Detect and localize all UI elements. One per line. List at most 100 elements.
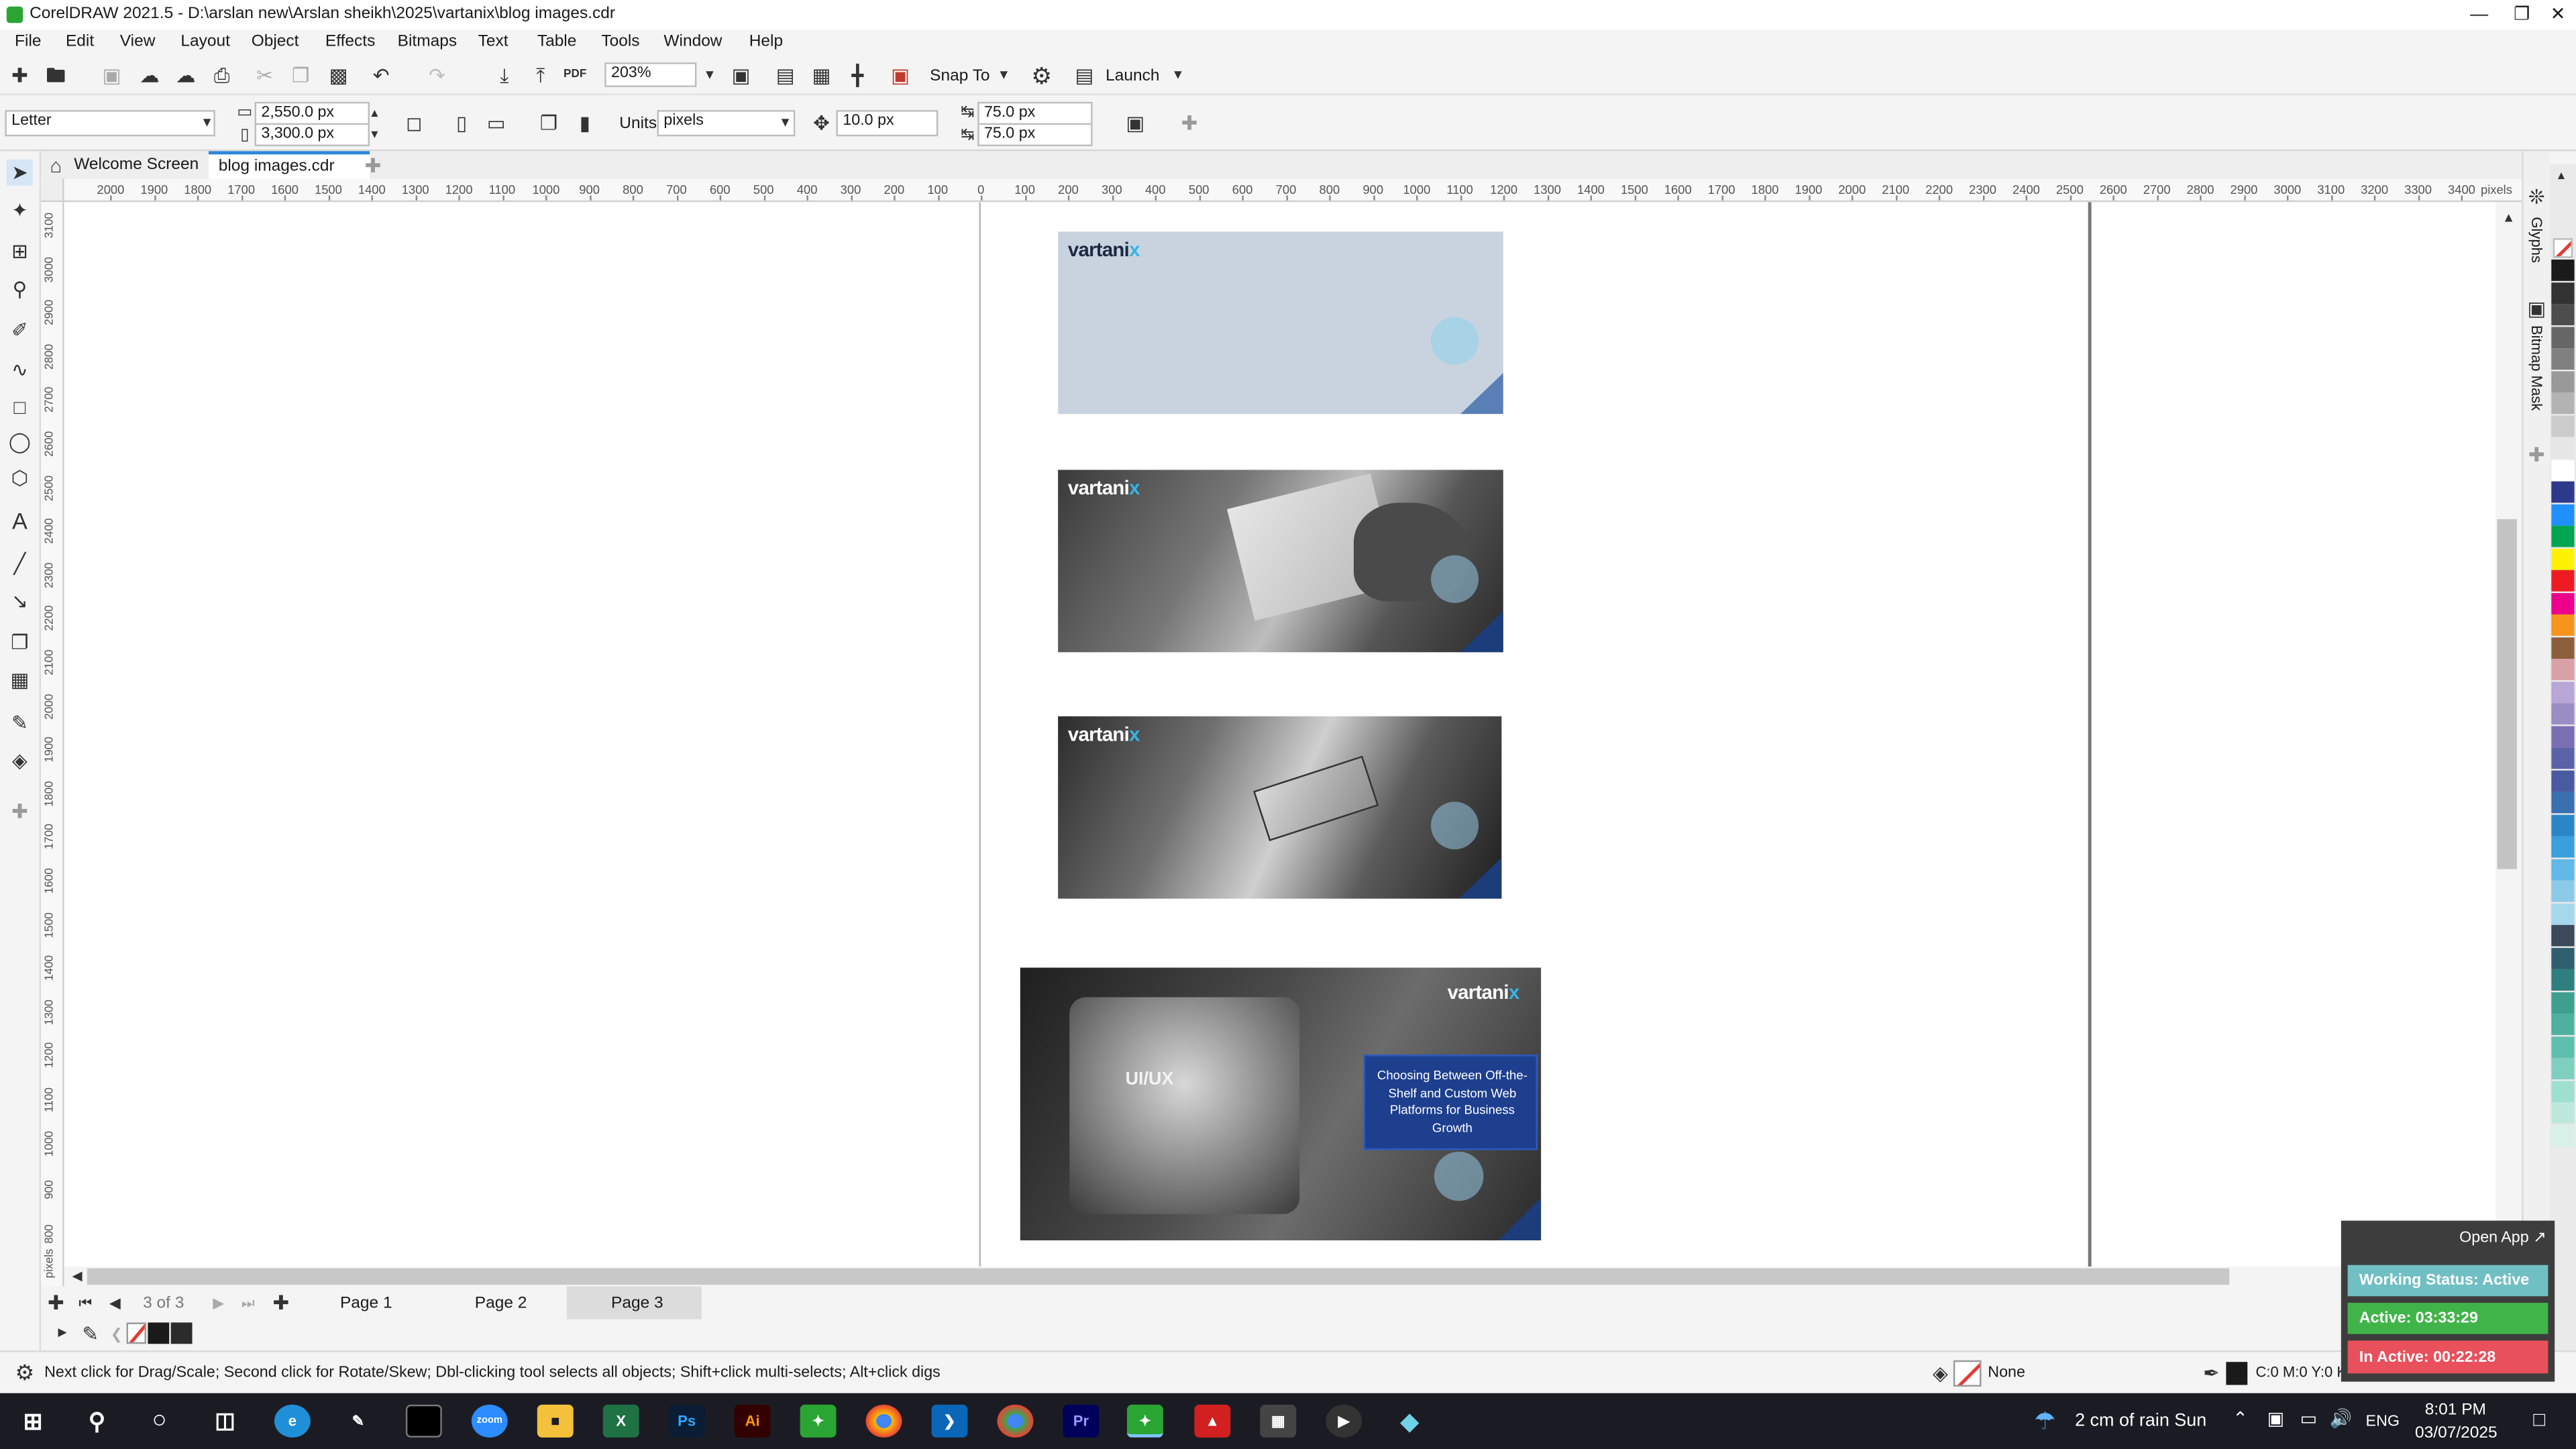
fill-icon[interactable]: ◈	[1927, 1360, 1953, 1387]
duplicate-y-input[interactable]: 75.0 px	[977, 123, 1093, 146]
clock-date[interactable]: 03/07/2025	[2415, 1424, 2498, 1442]
new-tab-icon[interactable]: ✚	[360, 153, 386, 179]
palette-swatch[interactable]	[2551, 481, 2575, 503]
menu-window[interactable]: Window	[663, 33, 722, 51]
cortana-icon[interactable]: ○	[142, 1405, 178, 1438]
palette-swatch[interactable]	[2551, 525, 2575, 547]
chrome-profile-icon[interactable]	[997, 1404, 1034, 1438]
snap-dropdown-icon[interactable]: ▼	[991, 62, 1017, 89]
palette-swatch[interactable]	[2551, 304, 2575, 325]
last-page-icon[interactable]: ⏭	[235, 1289, 261, 1316]
menu-view[interactable]: View	[120, 33, 156, 51]
palette-swatch[interactable]	[2551, 326, 2575, 347]
palette-swatch[interactable]	[2551, 1014, 2575, 1035]
zoom-app-icon[interactable]: zoom	[471, 1404, 508, 1438]
volume-icon[interactable]: 🔊	[2330, 1408, 2353, 1429]
tab-welcome-screen[interactable]: Welcome Screen	[74, 156, 199, 174]
menu-effects[interactable]: Effects	[325, 33, 375, 51]
add-property-icon[interactable]: ✚	[1176, 110, 1202, 136]
page-size-dropdown-icon[interactable]: ▼	[194, 110, 220, 136]
all-pages-icon[interactable]: ❐	[535, 110, 561, 136]
cloud-upload-icon[interactable]: ☁	[136, 62, 162, 89]
palette-swatch[interactable]	[2551, 348, 2575, 370]
zoom-level-input[interactable]: 203%	[604, 62, 697, 87]
show-grid-icon[interactable]: ▦	[808, 62, 835, 89]
palette-swatch[interactable]	[2551, 459, 2575, 481]
units-dropdown-icon[interactable]: ▼	[772, 110, 798, 136]
print-icon[interactable]: ⎙	[209, 62, 235, 89]
palette-swatch[interactable]	[2551, 259, 2575, 281]
media-player-icon[interactable]: ▶	[1326, 1404, 1362, 1438]
new-document-icon[interactable]: ✚	[7, 62, 33, 89]
photoshop-icon[interactable]: Ps	[668, 1404, 705, 1438]
palette-swatch[interactable]	[2551, 547, 2575, 570]
redo-icon[interactable]: ↷	[424, 62, 450, 89]
weather-text[interactable]: 2 cm of rain Sun	[2075, 1411, 2206, 1431]
palette-swatch[interactable]	[2551, 437, 2575, 459]
color-eyedropper-icon[interactable]: ✎	[77, 1321, 103, 1347]
artistic-media-tool-icon[interactable]: ∿	[7, 356, 33, 382]
page-orientation-icon[interactable]: ◻	[401, 110, 427, 136]
eyedropper-tool-icon[interactable]: ✎	[7, 710, 33, 736]
blog-card-3[interactable]: vartanix	[1058, 716, 1502, 899]
ellipse-tool-icon[interactable]: ◯	[7, 429, 33, 455]
start-windows-icon[interactable]: ⊞	[15, 1405, 51, 1438]
minimize-icon[interactable]: —	[2461, 1, 2498, 28]
outline-pen-icon[interactable]: ✒	[2198, 1360, 2224, 1387]
treat-as-filled-icon[interactable]: ▣	[1122, 110, 1148, 136]
outline-swatch[interactable]	[2226, 1362, 2248, 1385]
cloud-download-icon[interactable]: ☁	[172, 62, 199, 89]
menu-bitmaps[interactable]: Bitmaps	[398, 33, 457, 51]
search-icon[interactable]: ⚲	[79, 1405, 115, 1438]
palette-swatch[interactable]	[2551, 681, 2575, 702]
palette-swatch[interactable]	[2551, 814, 2575, 836]
palette-swatch[interactable]	[2551, 282, 2575, 303]
terminal-icon[interactable]	[405, 1404, 442, 1438]
vscode-icon[interactable]: ❯	[931, 1404, 968, 1438]
snap-icon[interactable]: ▣	[887, 62, 913, 89]
zoom-tool-icon[interactable]: ⚲	[7, 276, 33, 302]
illustrator-icon[interactable]: Ai	[734, 1404, 771, 1438]
coreldraw-icon[interactable]: ✦	[800, 1404, 837, 1438]
first-page-icon[interactable]: ⏮	[72, 1289, 99, 1316]
polygon-tool-icon[interactable]: ⬡	[7, 465, 33, 491]
palette-swatch[interactable]	[2551, 659, 2575, 680]
launch-dropdown-icon[interactable]: ▼	[1165, 62, 1191, 89]
rectangle-tool-icon[interactable]: □	[7, 394, 33, 421]
acrobat-icon[interactable]: ▲	[1194, 1404, 1231, 1438]
palette-swatch[interactable]	[2551, 415, 2575, 437]
show-guidelines-icon[interactable]: ╋	[845, 62, 871, 89]
save-icon[interactable]: ▣	[99, 62, 125, 89]
freehand-tool-icon[interactable]: ✐	[7, 317, 33, 343]
blog-card-2[interactable]: vartanix	[1058, 470, 1503, 653]
palette-swatch[interactable]	[2551, 725, 2575, 747]
palette-swatch[interactable]	[2551, 836, 2575, 858]
palette-swatch[interactable]	[2551, 747, 2575, 769]
palette-swatch[interactable]	[2551, 1124, 2575, 1146]
import-icon[interactable]: ⤓	[491, 62, 517, 89]
page-width-input[interactable]: 2,550.0 px	[254, 101, 370, 125]
open-app-link[interactable]: Open App ↗	[2459, 1229, 2546, 1247]
add-tool-icon[interactable]: ✚	[7, 798, 33, 824]
docker-tab-bitmap-mask[interactable]: Bitmap Mask	[2528, 325, 2544, 411]
menu-edit[interactable]: Edit	[66, 33, 94, 51]
file-explorer-icon[interactable]: ■	[537, 1404, 574, 1438]
palette-swatch[interactable]	[2551, 703, 2575, 725]
tray-app-icon[interactable]: ▣	[2267, 1408, 2284, 1429]
palette-swatch[interactable]	[2551, 991, 2575, 1013]
palette-swatch[interactable]	[2551, 592, 2575, 614]
options-gear-icon[interactable]: ⚙	[1028, 62, 1055, 89]
scroll-up-icon[interactable]: ▲	[2496, 205, 2522, 231]
portrait-icon[interactable]: ▯	[449, 110, 475, 136]
pen-app-icon[interactable]: ✎	[340, 1405, 376, 1438]
tray-chevron-icon[interactable]: ⌃	[2233, 1408, 2248, 1429]
interactive-fill-tool-icon[interactable]: ◈	[7, 747, 33, 773]
palette-swatch[interactable]	[2551, 792, 2575, 814]
task-view-icon[interactable]: ◫	[207, 1405, 244, 1438]
clock-time[interactable]: 8:01 PM	[2425, 1401, 2486, 1419]
horizontal-scroll-thumb[interactable]	[87, 1268, 2230, 1285]
palette-swatch[interactable]	[2551, 858, 2575, 880]
no-color-swatch[interactable]	[2553, 238, 2573, 258]
publish-pdf-icon[interactable]: PDF	[562, 62, 588, 89]
connector-tool-icon[interactable]: ↘	[7, 588, 33, 614]
